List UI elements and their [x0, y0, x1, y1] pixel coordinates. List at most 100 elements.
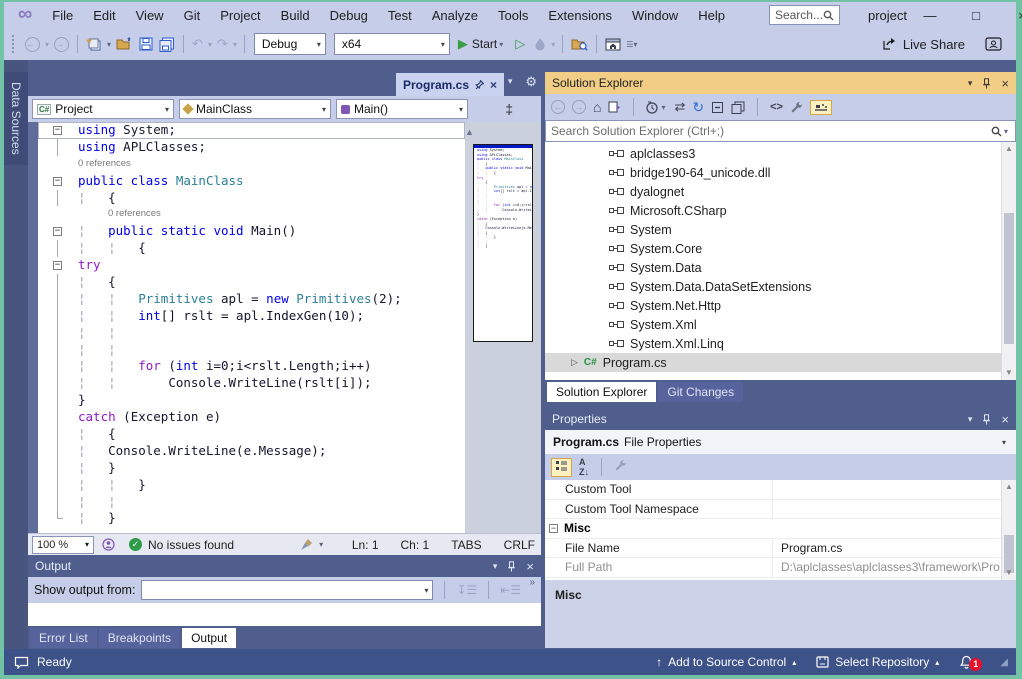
code-text[interactable]: public class MainClass [70, 173, 244, 190]
redo-dropdown[interactable]: ▾ [233, 40, 237, 49]
view-code-button[interactable]: <> [770, 101, 783, 113]
code-text[interactable]: using System; [70, 122, 176, 139]
property-value[interactable]: D:\aplclasses\aplclasses3\framework\Pro [773, 560, 1001, 574]
tree-item[interactable]: System [545, 220, 1001, 239]
close-tab-icon[interactable]: × [490, 78, 497, 92]
preview-selected-items-button[interactable] [731, 101, 745, 114]
live-share-button[interactable]: Live Share [903, 37, 965, 52]
code-text[interactable]: catch (Exception e) [70, 409, 221, 426]
undo-button[interactable]: ↶ [192, 36, 203, 52]
minimize-button[interactable]: — [907, 8, 953, 23]
close-button[interactable]: × [999, 8, 1022, 23]
type-navigation-select[interactable]: MainClass ▾ [179, 99, 331, 119]
tree-item[interactable]: System.Data [545, 258, 1001, 277]
code-text-area[interactable]: −using System;using APLClasses;0 referen… [38, 122, 465, 533]
code-line[interactable]: ¦ { [38, 190, 465, 207]
code-line[interactable]: ¦ { [38, 274, 465, 291]
menu-edit[interactable]: Edit [83, 8, 125, 23]
output-source-select[interactable]: ▾ [141, 580, 433, 600]
new-project-dropdown[interactable]: ▾ [107, 40, 111, 49]
switch-views-button[interactable] [608, 101, 621, 114]
collapse-region-icon[interactable]: − [53, 261, 62, 270]
scroll-down-arrow-icon[interactable]: ▼ [1002, 366, 1016, 380]
solution-platform-select[interactable]: x64 ▾ [334, 33, 450, 55]
code-line[interactable]: ¦ ¦ { [38, 240, 465, 257]
editor-scrollbar-map[interactable]: ▲ using System;using APLClasses;public c… [465, 122, 541, 533]
code-text[interactable]: } [70, 392, 86, 409]
outline-margin[interactable]: − [38, 223, 70, 240]
navigate-backward-dropdown[interactable]: ▾ [45, 40, 49, 49]
code-text[interactable]: ¦ { [70, 274, 116, 291]
new-project-button[interactable] [86, 37, 102, 52]
close-icon[interactable]: × [1001, 76, 1009, 91]
clear-all-button[interactable]: ⇤☰ [500, 583, 521, 597]
property-pages-wrench-icon[interactable] [614, 459, 627, 475]
code-line[interactable]: 0 references [38, 206, 465, 223]
collapse-region-icon[interactable]: − [53, 227, 62, 236]
code-text[interactable]: ¦ ¦ [70, 494, 116, 511]
menu-file[interactable]: File [42, 8, 83, 23]
tree-item[interactable]: Microsoft.CSharp [545, 201, 1001, 220]
save-all-button[interactable] [159, 37, 175, 52]
search-options-dropdown-icon[interactable]: ▾ [1004, 127, 1008, 136]
output-content[interactable] [28, 603, 541, 626]
web-browser-home-button[interactable] [605, 38, 621, 51]
tree-item[interactable]: ▷C#Program.cs [545, 353, 1001, 372]
tree-item[interactable]: System.Core [545, 239, 1001, 258]
tabs-indicator[interactable]: TABS [451, 538, 481, 552]
selected-object-select[interactable]: Program.cs File Properties ▾ [545, 430, 1016, 454]
window-position-dropdown-icon[interactable]: ▾ [968, 414, 973, 425]
sync-with-active-document-button[interactable]: ⇄ [674, 99, 685, 115]
tree-item[interactable]: aplclasses3 [545, 144, 1001, 163]
outline-margin[interactable]: − [38, 122, 70, 139]
code-line[interactable]: ¦ ¦ Primitives apl = new Primitives(2); [38, 291, 465, 308]
toolbar-drag-handle[interactable] [12, 35, 16, 53]
code-text[interactable]: ¦ ¦ } [70, 477, 146, 494]
menu-analyze[interactable]: Analyze [422, 8, 488, 23]
code-text[interactable]: ¦ ¦ Primitives apl = new Primitives(2); [70, 291, 402, 308]
menu-git[interactable]: Git [174, 8, 211, 23]
forward-button[interactable]: → [572, 100, 586, 114]
tree-item[interactable]: System.Data.DataSetExtensions [545, 277, 1001, 296]
panel-tab-solution-explorer[interactable]: Solution Explorer [547, 382, 656, 402]
zoom-level-select[interactable]: 100 % ▾ [32, 536, 94, 554]
code-line[interactable]: −try [38, 257, 465, 274]
code-text[interactable]: ¦ Console.WriteLine(e.Message); [70, 443, 326, 460]
code-text[interactable]: ¦ { [70, 426, 116, 443]
code-line[interactable]: ¦ } [38, 510, 465, 527]
window-position-dropdown-icon[interactable]: ▾ [493, 561, 498, 572]
start-without-debugging-button[interactable]: ▷ [515, 36, 525, 52]
properties-titlebar[interactable]: Properties ▾ × [545, 408, 1016, 430]
redo-button[interactable]: ↷ [217, 36, 228, 52]
collapse-region-icon[interactable]: − [53, 177, 62, 186]
categorized-view-button[interactable] [551, 458, 572, 477]
menu-window[interactable]: Window [622, 8, 688, 23]
panel-tab-output[interactable]: Output [182, 628, 236, 648]
code-line[interactable]: } [38, 392, 465, 409]
maximize-button[interactable]: □ [953, 8, 999, 23]
panel-tab-breakpoints[interactable]: Breakpoints [99, 628, 180, 648]
code-line[interactable]: ¦ ¦ int[] rslt = apl.IndexGen(10); [38, 308, 465, 325]
pin-tab-icon[interactable] [475, 80, 484, 90]
close-icon[interactable]: × [526, 559, 534, 574]
code-text[interactable]: ¦ public static void Main() [70, 223, 296, 240]
code-text[interactable]: ¦ ¦ int[] rslt = apl.IndexGen(10); [70, 308, 364, 325]
expand-chevron-icon[interactable]: ▷ [571, 357, 578, 368]
code-line[interactable]: −public class MainClass [38, 173, 465, 190]
scroll-down-arrow-icon[interactable]: ▼ [1002, 566, 1016, 580]
line-number-indicator[interactable]: Ln: 1 [352, 538, 379, 552]
code-text[interactable]: ¦ ¦ [70, 342, 116, 359]
collapse-section-icon[interactable]: − [549, 524, 558, 533]
outline-margin[interactable]: − [38, 173, 70, 190]
collapse-all-button[interactable] [711, 101, 724, 114]
property-row[interactable]: Custom Tool [545, 480, 1001, 500]
code-line[interactable]: −using System; [38, 122, 465, 139]
code-line[interactable]: ¦ Console.WriteLine(e.Message); [38, 443, 465, 460]
code-cleanup-button[interactable]: ▾ [300, 538, 325, 551]
solution-explorer-titlebar[interactable]: Solution Explorer ▾ × [545, 72, 1016, 94]
code-line[interactable]: ¦ ¦ for (int i=0;i<rslt.Length;i++) [38, 358, 465, 375]
close-icon[interactable]: × [1001, 412, 1009, 427]
collapse-region-icon[interactable]: − [53, 126, 62, 135]
indicator-margin[interactable] [28, 122, 38, 533]
code-text[interactable]: ¦ } [70, 510, 116, 527]
